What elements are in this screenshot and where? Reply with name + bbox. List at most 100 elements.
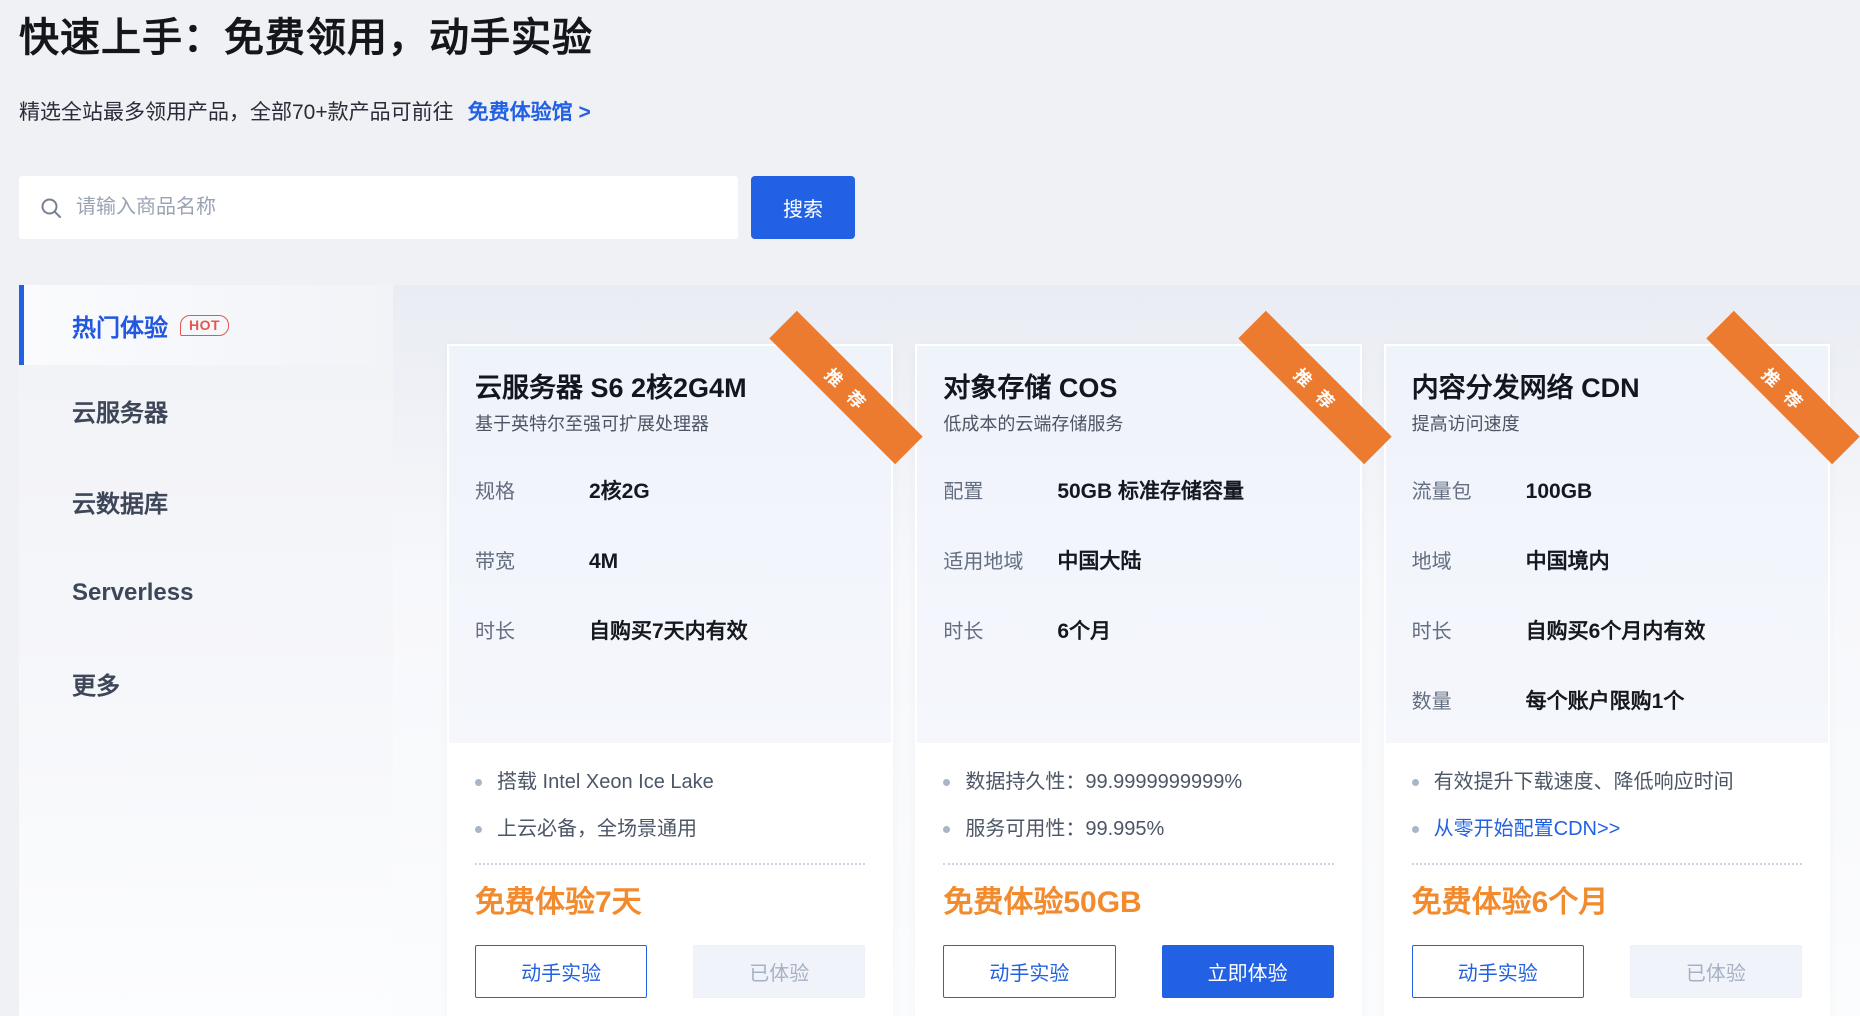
spec-row: 规格 2核2G xyxy=(475,479,865,505)
subtitle-text: 精选全站最多领用产品，全部70+款产品可前往 xyxy=(19,101,454,124)
bullet-item: 上云必备，全场景通用 xyxy=(475,816,865,842)
sidebar-item-serverless[interactable]: Serverless xyxy=(19,547,393,638)
page-title: 快速上手：免费领用，动手实验 xyxy=(19,14,1860,62)
card-footer: 搭载 Intel Xeon Ice Lake 上云必备，全场景通用 免费体验7天… xyxy=(449,743,891,1016)
search-input[interactable] xyxy=(76,176,738,239)
hot-badge: HOT xyxy=(180,315,229,336)
sidebar-item-hot-experience[interactable]: 热门体验 HOT xyxy=(19,285,393,365)
product-card-cdn: 推荐 内容分发网络 CDN 提高访问速度 流量包 100GB 地域 中国境内 xyxy=(1384,344,1830,1016)
spec-label: 时长 xyxy=(1412,619,1526,645)
spec-list: 流量包 100GB 地域 中国境内 时长 自购买6个月内有效 数量 xyxy=(1412,479,1802,715)
spec-value: 6个月 xyxy=(1057,619,1111,645)
bullet-text: 搭载 Intel Xeon Ice Lake xyxy=(497,769,714,795)
spec-list: 配置 50GB 标准存储容量 适用地域 中国大陆 时长 6个月 xyxy=(943,479,1333,645)
bullet-dot-icon xyxy=(943,826,950,833)
search-button[interactable]: 搜索 xyxy=(751,176,855,239)
spec-value: 2核2G xyxy=(589,479,650,505)
spec-value: 自购买7天内有效 xyxy=(589,619,748,645)
sidebar-item-label: 热门体验 xyxy=(72,308,168,343)
card-header: 云服务器 S6 2核2G4M 基于英特尔至强可扩展处理器 规格 2核2G 带宽 … xyxy=(449,346,891,743)
page-subtitle: 精选全站最多领用产品，全部70+款产品可前往免费体验馆 > xyxy=(19,100,1860,126)
spec-label: 规格 xyxy=(475,479,589,505)
already-experienced-button: 已体验 xyxy=(693,945,865,998)
free-trial-offer: 免费体验6个月 xyxy=(1412,885,1802,921)
hands-on-lab-button[interactable]: 动手实验 xyxy=(943,945,1115,998)
spec-value: 中国大陆 xyxy=(1057,549,1141,575)
sidebar-item-label: 更多 xyxy=(72,666,120,701)
spec-row: 流量包 100GB xyxy=(1412,479,1802,505)
hands-on-lab-button[interactable]: 动手实验 xyxy=(1412,945,1584,998)
spec-value: 每个账户限购1个 xyxy=(1526,689,1685,715)
spec-row: 时长 自购买6个月内有效 xyxy=(1412,619,1802,645)
product-cards: 推荐 云服务器 S6 2核2G4M 基于英特尔至强可扩展处理器 规格 2核2G … xyxy=(447,344,1830,1016)
spec-value: 50GB 标准存储容量 xyxy=(1057,479,1244,505)
sidebar-item-cloud-database[interactable]: 云数据库 xyxy=(19,456,393,547)
dotted-divider xyxy=(475,863,865,865)
card-actions: 动手实验 已体验 xyxy=(1412,945,1802,998)
already-experienced-button: 已体验 xyxy=(1630,945,1802,998)
products-panel: 推荐 云服务器 S6 2核2G4M 基于英特尔至强可扩展处理器 规格 2核2G … xyxy=(393,285,1860,1016)
try-now-button[interactable]: 立即体验 xyxy=(1162,945,1334,998)
spec-row: 适用地域 中国大陆 xyxy=(943,549,1333,575)
free-trial-offer: 免费体验50GB xyxy=(943,885,1333,921)
card-footer: 数据持久性：99.9999999999% 服务可用性：99.995% 免费体验5… xyxy=(917,743,1359,1016)
bullet-item: 从零开始配置CDN>> xyxy=(1412,816,1802,842)
spec-row: 数量 每个账户限购1个 xyxy=(1412,689,1802,715)
cdn-setup-guide-link[interactable]: 从零开始配置CDN>> xyxy=(1434,816,1621,842)
product-card-cos: 推荐 对象存储 COS 低成本的云端存储服务 配置 50GB 标准存储容量 适用… xyxy=(915,344,1361,1016)
spec-value: 中国境内 xyxy=(1526,549,1610,575)
card-actions: 动手实验 已体验 xyxy=(475,945,865,998)
hands-on-lab-button[interactable]: 动手实验 xyxy=(475,945,647,998)
bullet-dot-icon xyxy=(1412,779,1419,786)
spec-label: 带宽 xyxy=(475,549,589,575)
dotted-divider xyxy=(943,863,1333,865)
bullet-text: 有效提升下载速度、降低响应时间 xyxy=(1434,769,1734,795)
free-experience-hall-link[interactable]: 免费体验馆 > xyxy=(468,101,591,124)
card-header: 内容分发网络 CDN 提高访问速度 流量包 100GB 地域 中国境内 时长 xyxy=(1386,346,1828,743)
spec-row: 时长 自购买7天内有效 xyxy=(475,619,865,645)
category-sidebar: 热门体验 HOT 云服务器 云数据库 Serverless 更多 xyxy=(19,285,393,1016)
card-title: 对象存储 COS xyxy=(943,372,1333,404)
content-row: 热门体验 HOT 云服务器 云数据库 Serverless 更多 推荐 云服务器… xyxy=(19,285,1860,1016)
bullet-item: 数据持久性：99.9999999999% xyxy=(943,769,1333,795)
sidebar-item-more[interactable]: 更多 xyxy=(19,638,393,729)
sidebar-item-label: 云数据库 xyxy=(72,484,168,519)
bullet-text: 服务可用性：99.995% xyxy=(965,816,1164,842)
search-row: 搜索 xyxy=(19,176,1860,239)
spec-label: 适用地域 xyxy=(943,549,1057,575)
card-subtitle: 提高访问速度 xyxy=(1412,414,1802,434)
spec-value: 自购买6个月内有效 xyxy=(1526,619,1706,645)
spec-value: 100GB xyxy=(1526,479,1593,505)
spec-row: 地域 中国境内 xyxy=(1412,549,1802,575)
bullet-text: 上云必备，全场景通用 xyxy=(497,816,697,842)
spec-label: 数量 xyxy=(1412,689,1526,715)
bullet-item: 服务可用性：99.995% xyxy=(943,816,1333,842)
bullet-item: 搭载 Intel Xeon Ice Lake xyxy=(475,769,865,795)
free-trial-offer: 免费体验7天 xyxy=(475,885,865,921)
spec-row: 带宽 4M xyxy=(475,549,865,575)
spec-row: 时长 6个月 xyxy=(943,619,1333,645)
dotted-divider xyxy=(1412,863,1802,865)
spec-label: 配置 xyxy=(943,479,1057,505)
card-actions: 动手实验 立即体验 xyxy=(943,945,1333,998)
spec-value: 4M xyxy=(589,549,618,575)
spec-label: 时长 xyxy=(475,619,589,645)
bullet-dot-icon xyxy=(1412,826,1419,833)
bullet-text: 数据持久性：99.9999999999% xyxy=(965,769,1242,795)
bullet-dot-icon xyxy=(475,779,482,786)
sidebar-item-label: 云服务器 xyxy=(72,393,168,428)
bullet-dot-icon xyxy=(943,779,950,786)
card-header: 对象存储 COS 低成本的云端存储服务 配置 50GB 标准存储容量 适用地域 … xyxy=(917,346,1359,743)
bullet-dot-icon xyxy=(475,826,482,833)
spec-list: 规格 2核2G 带宽 4M 时长 自购买7天内有效 xyxy=(475,479,865,645)
sidebar-item-cloud-server[interactable]: 云服务器 xyxy=(19,365,393,456)
product-card-cvm: 推荐 云服务器 S6 2核2G4M 基于英特尔至强可扩展处理器 规格 2核2G … xyxy=(447,344,893,1016)
search-icon xyxy=(40,197,62,219)
sidebar-item-label: Serverless xyxy=(72,579,193,607)
spec-row: 配置 50GB 标准存储容量 xyxy=(943,479,1333,505)
search-box[interactable] xyxy=(19,176,738,239)
card-subtitle: 基于英特尔至强可扩展处理器 xyxy=(475,414,865,434)
bullet-item: 有效提升下载速度、降低响应时间 xyxy=(1412,769,1802,795)
card-title: 内容分发网络 CDN xyxy=(1412,372,1802,404)
spec-label: 地域 xyxy=(1412,549,1526,575)
